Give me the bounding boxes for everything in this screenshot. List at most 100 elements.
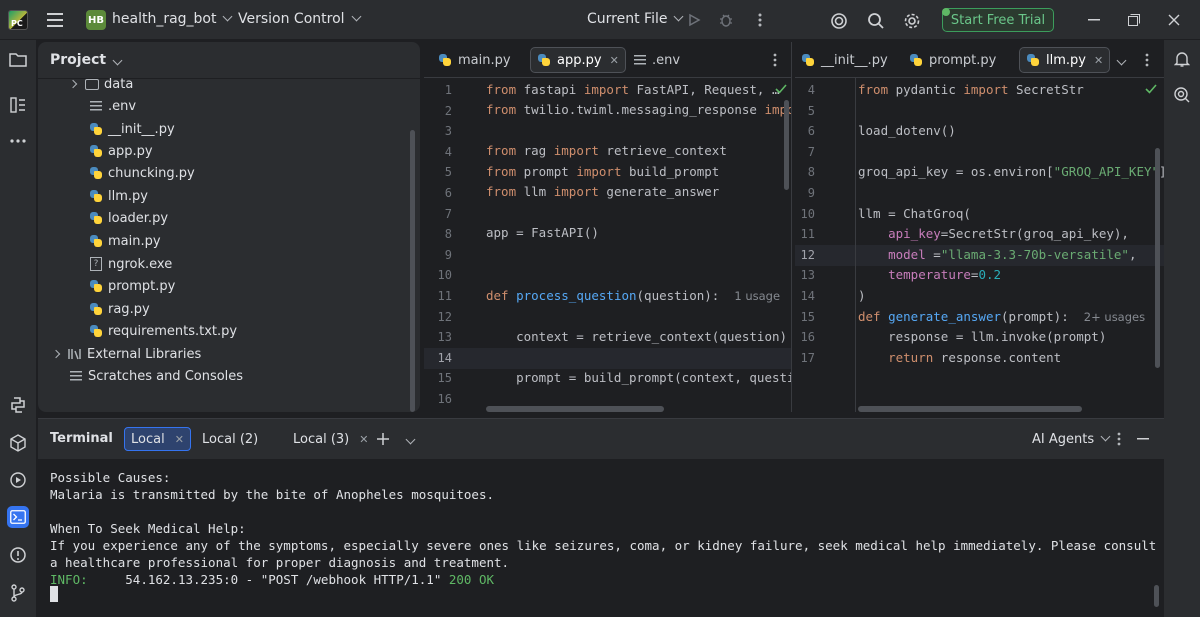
project-panel-title[interactable]: Project — [50, 52, 123, 68]
code-line[interactable]: context = retrieve_context(question) — [486, 329, 787, 344]
line-number[interactable]: 4 — [795, 83, 815, 97]
line-number[interactable]: 14 — [424, 351, 452, 365]
minimize-panel-icon[interactable] — [1135, 431, 1151, 447]
search-icon[interactable] — [865, 10, 887, 32]
tree-file-env[interactable]: .env — [88, 96, 136, 116]
chevron-down-icon[interactable] — [1113, 51, 1129, 69]
tab-llm-py[interactable]: llm.py ✕ — [1019, 47, 1111, 73]
line-number[interactable]: 7 — [424, 207, 452, 221]
tree-file-prompt[interactable]: prompt.py — [88, 276, 175, 296]
tree-file-llm[interactable]: llm.py — [88, 186, 148, 206]
tree-external-libraries[interactable]: External Libraries — [51, 344, 201, 364]
line-number[interactable]: 5 — [795, 104, 815, 118]
git-branch-icon[interactable] — [7, 582, 29, 604]
line-number[interactable]: 11 — [795, 227, 815, 241]
structure-icon[interactable] — [7, 94, 29, 116]
tab-app-py[interactable]: app.py ✕ — [530, 47, 626, 73]
line-number[interactable]: 16 — [795, 330, 815, 344]
code-line[interactable]: api_key=SecretStr(groq_api_key), — [858, 226, 1129, 241]
line-number[interactable]: 14 — [795, 289, 815, 303]
more-vertical-icon[interactable] — [1139, 51, 1155, 69]
line-number[interactable]: 9 — [795, 186, 815, 200]
run-icon[interactable] — [684, 10, 704, 30]
start-free-trial-button[interactable]: Start Free Trial — [942, 8, 1054, 32]
line-number[interactable]: 7 — [795, 145, 815, 159]
tab-main-py[interactable]: main.py — [432, 47, 517, 73]
notifications-bell-icon[interactable] — [1171, 48, 1193, 70]
line-number[interactable]: 10 — [795, 207, 815, 221]
tree-file-ngrok[interactable]: ? ngrok.exe — [88, 254, 172, 274]
code-line[interactable]: from llm import generate_answer — [486, 184, 719, 199]
line-number[interactable]: 16 — [424, 392, 452, 406]
chevron-down-icon[interactable] — [402, 431, 418, 447]
horizontal-scrollbar[interactable] — [858, 406, 1082, 412]
code-line[interactable]: from pydantic import SecretStr — [858, 82, 1084, 97]
code-line[interactable]: from fastapi import FastAPI, Request, … — [486, 82, 780, 97]
tab-prompt-py[interactable]: prompt.py — [903, 47, 1002, 73]
debug-icon[interactable] — [716, 10, 736, 30]
restore-window-icon[interactable] — [1124, 10, 1144, 30]
tree-file-init[interactable]: __init__.py — [88, 119, 175, 139]
line-number[interactable]: 1 — [424, 83, 452, 97]
code-line[interactable]: from rag import retrieve_context — [486, 143, 727, 158]
tree-file-main[interactable]: main.py — [88, 231, 161, 251]
tab-init-py[interactable]: __init__.py — [795, 47, 894, 73]
terminal-cursor[interactable] — [50, 586, 58, 602]
line-number[interactable]: 5 — [424, 165, 452, 179]
line-number[interactable]: 6 — [424, 186, 452, 200]
ai-agents-menu[interactable]: AI Agents — [1026, 427, 1115, 451]
code-line[interactable]: ) — [858, 288, 866, 303]
more-vertical-icon[interactable] — [750, 10, 770, 30]
line-number[interactable]: 8 — [424, 227, 452, 241]
line-number[interactable]: 13 — [795, 268, 815, 282]
tree-file-requirements[interactable]: requirements.txt.py — [88, 321, 237, 341]
line-number[interactable]: 2 — [424, 104, 452, 118]
tree-file-app[interactable]: app.py — [88, 141, 153, 161]
code-line[interactable]: load_dotenv() — [858, 123, 956, 138]
code-line[interactable]: app = FastAPI() — [486, 225, 599, 240]
terminal-icon[interactable] — [7, 506, 29, 528]
tree-file-rag[interactable]: rag.py — [88, 299, 150, 319]
line-number[interactable]: 15 — [795, 310, 815, 324]
terminal-tab-local[interactable]: Local ✕ — [124, 427, 191, 451]
minimize-window-icon[interactable] — [1084, 10, 1104, 30]
project-folder-icon[interactable] — [7, 48, 29, 70]
close-tab-icon[interactable]: ✕ — [1094, 54, 1103, 67]
project-badge[interactable]: HB — [86, 10, 106, 30]
version-control-menu[interactable]: Version Control — [238, 11, 361, 27]
code-line[interactable]: model ="llama-3.3-70b-versatile", — [858, 247, 1136, 262]
line-number[interactable]: 11 — [424, 289, 452, 303]
line-number[interactable]: 12 — [424, 310, 452, 324]
usage-hint[interactable]: 2+ usages — [1084, 310, 1145, 324]
more-vertical-icon[interactable] — [1112, 431, 1126, 447]
terminal-tab-local-2[interactable]: Local (2) — [196, 427, 264, 451]
code-line[interactable]: def process_question(question): 1 usage — [486, 288, 780, 303]
horizontal-scrollbar[interactable] — [486, 406, 664, 412]
code-line[interactable]: temperature=0.2 — [858, 267, 1001, 282]
more-vertical-icon[interactable] — [767, 51, 783, 69]
services-icon[interactable] — [7, 469, 29, 491]
code-line[interactable]: groq_api_key = os.environ["GROQ_API_KEY"… — [858, 164, 1164, 179]
code-line[interactable]: response = llm.invoke(prompt) — [858, 329, 1106, 344]
code-line[interactable]: prompt = build_prompt(context, questi — [486, 370, 791, 385]
line-number[interactable]: 17 — [795, 351, 815, 365]
settings-gear-icon[interactable] — [901, 10, 923, 32]
line-number[interactable]: 4 — [424, 145, 452, 159]
ai-assistant-icon[interactable] — [828, 10, 850, 32]
ai-chat-icon[interactable] — [1171, 84, 1193, 106]
chevron-right-icon[interactable] — [51, 349, 61, 359]
line-number[interactable]: 3 — [424, 124, 452, 138]
tree-scratches[interactable]: Scratches and Consoles — [68, 366, 243, 386]
line-number[interactable]: 15 — [424, 371, 452, 385]
line-number[interactable]: 6 — [795, 124, 815, 138]
terminal-tab-local-3[interactable]: Local (3) ✕ — [287, 427, 374, 451]
more-horizontal-icon[interactable] — [7, 130, 29, 152]
usage-hint[interactable]: 1 usage — [734, 289, 780, 303]
code-line[interactable]: from twilio.twiml.messaging_response imp… — [486, 102, 791, 117]
python-packages-icon[interactable] — [7, 432, 29, 454]
main-menu-icon[interactable] — [46, 11, 64, 29]
line-number[interactable]: 8 — [795, 165, 815, 179]
code-line[interactable]: def generate_answer(prompt): 2+ usages — [858, 309, 1145, 324]
app-logo-icon[interactable]: PC — [8, 10, 28, 30]
editor-scrollbar[interactable] — [1155, 148, 1160, 368]
